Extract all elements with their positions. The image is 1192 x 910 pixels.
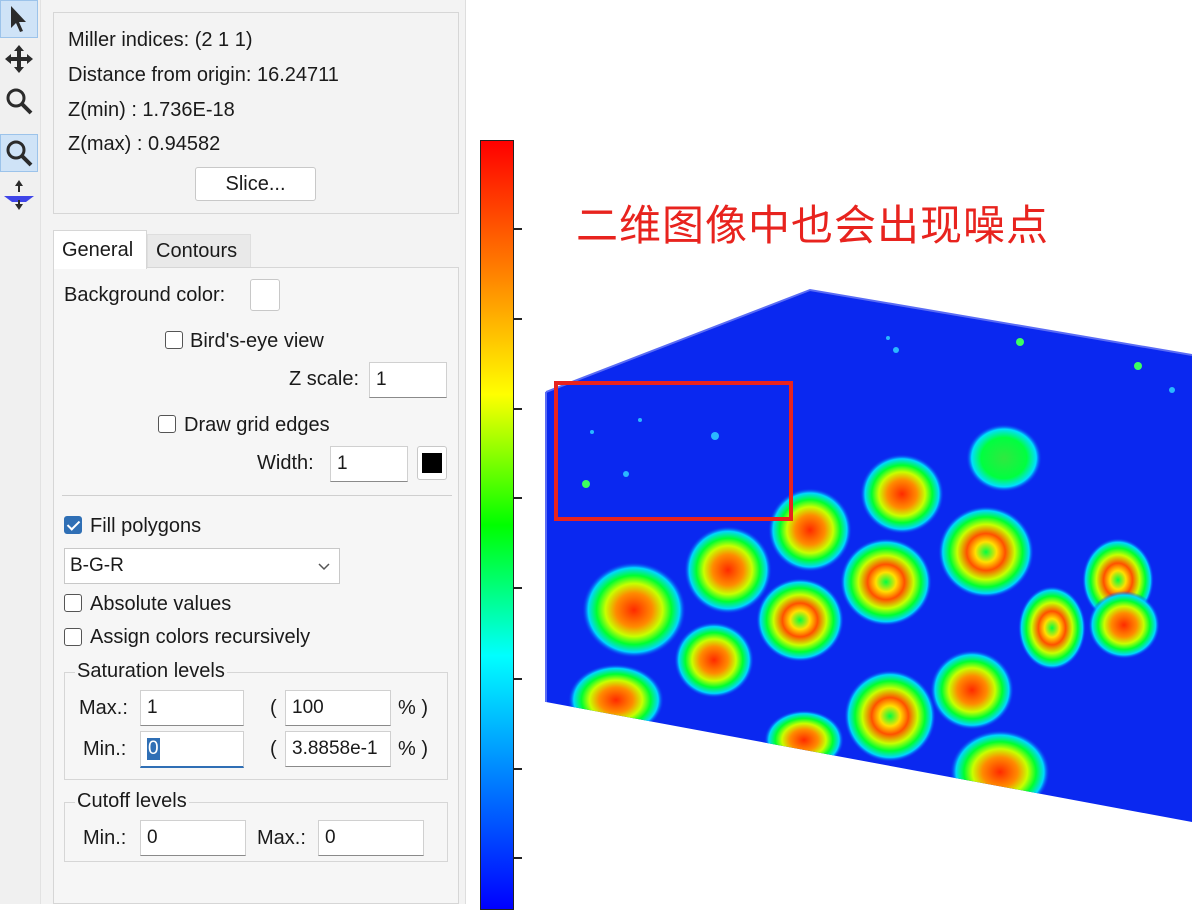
intensity-spot <box>684 526 772 614</box>
intensity-spot <box>764 710 844 770</box>
intensity-spot <box>1018 586 1086 670</box>
intensity-spot <box>674 622 754 698</box>
noise-point <box>711 432 719 440</box>
intensity-spot <box>756 578 844 662</box>
noise-point <box>1169 387 1175 393</box>
noise-point <box>590 430 594 434</box>
intensity-spot <box>860 454 944 534</box>
intensity-spot <box>768 488 852 572</box>
intensity-spot <box>840 538 932 626</box>
intensity-spot <box>582 562 686 658</box>
slice-plot-canvas[interactable] <box>0 0 1192 904</box>
intensity-spot <box>1088 591 1160 659</box>
intensity-spot <box>938 506 1034 598</box>
noise-point <box>893 347 899 353</box>
noise-point <box>1016 338 1024 346</box>
noise-point <box>623 471 629 477</box>
noise-point <box>886 336 890 340</box>
intensity-spot <box>930 650 1014 730</box>
intensity-spot <box>966 424 1042 492</box>
noise-point <box>582 480 590 488</box>
noise-point <box>638 418 642 422</box>
intensity-spot <box>844 670 936 762</box>
noise-point <box>1134 362 1142 370</box>
intensity-spot <box>950 730 1050 814</box>
tab-general[interactable]: General <box>53 230 147 269</box>
intensity-spot <box>568 664 664 736</box>
